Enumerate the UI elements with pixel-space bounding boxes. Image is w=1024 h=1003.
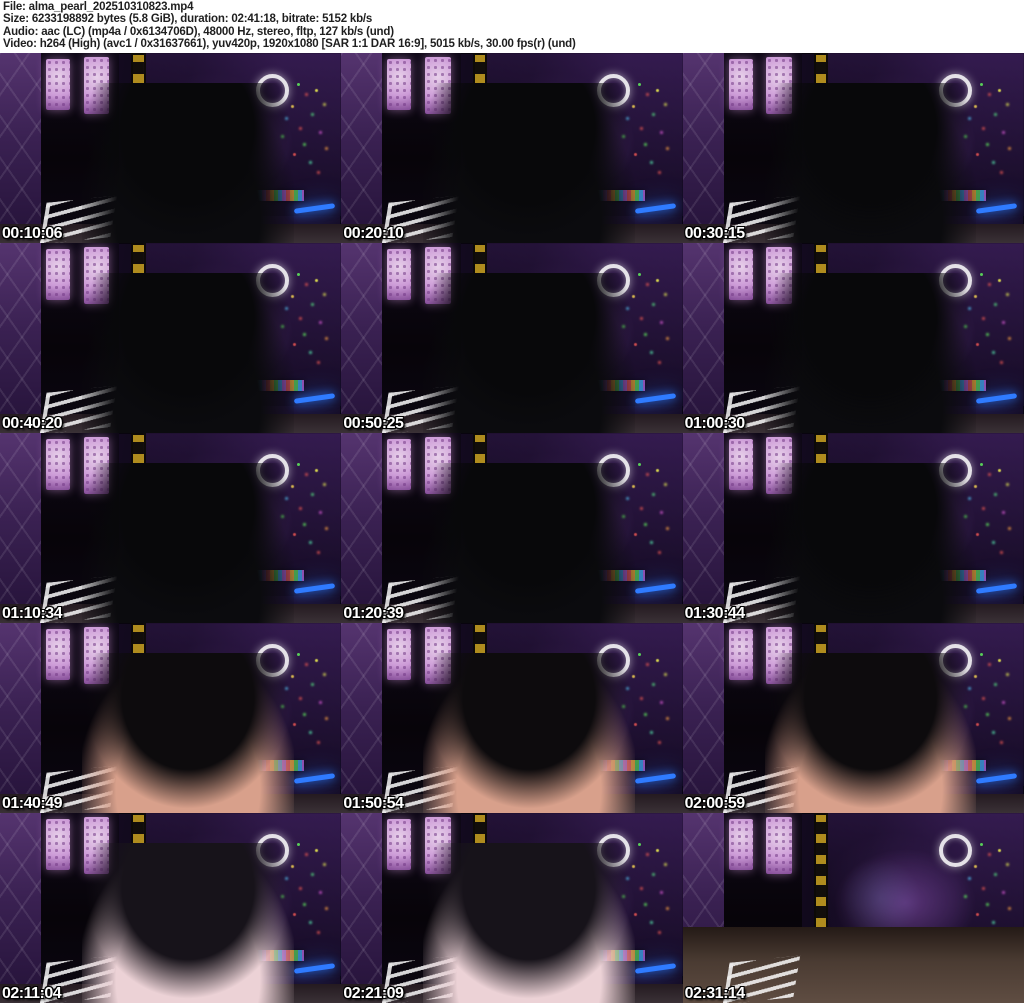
- subject-placeholder: [81, 843, 294, 1003]
- timestamp-overlay: 00:50:25: [343, 415, 404, 432]
- file-name-line: File: alma_pearl_202510310823.mp4: [3, 1, 194, 13]
- subject-placeholder: [764, 83, 977, 243]
- video-thumbnail: 02:11:04: [0, 813, 342, 1003]
- subject-placeholder: [81, 653, 294, 813]
- subject-placeholder: [81, 83, 294, 243]
- video-thumbnail: 01:50:54: [341, 623, 683, 813]
- purple-wall-panel: [341, 243, 386, 433]
- hex-glow-panel: [46, 58, 70, 110]
- hex-glow-panel: [728, 58, 753, 110]
- timestamp-overlay: 02:21:09: [343, 985, 404, 1002]
- purple-wall-panel: [341, 813, 386, 1003]
- audio-info-line: Audio: aac (LC) (mp4a / 0x6134706D), 480…: [3, 25, 394, 38]
- timestamp-overlay: 01:40:49: [2, 795, 63, 812]
- thumbnail-grid: 00:10:06 00:20:10 00:30:15 00:40:20 00:5…: [0, 53, 1024, 1003]
- purple-wall-panel: [682, 53, 728, 243]
- hex-glow-panel: [766, 816, 792, 874]
- timestamp-overlay: 00:40:20: [2, 415, 63, 432]
- video-thumbnail: 01:30:44: [682, 433, 1024, 623]
- subject-placeholder: [423, 463, 635, 623]
- timestamp-overlay: 02:00:59: [684, 795, 746, 812]
- timestamp-overlay: 00:20:10: [343, 225, 404, 242]
- video-thumbnail: 00:10:06: [0, 53, 342, 243]
- purple-wall-panel: [0, 433, 45, 623]
- timestamp-overlay: 02:31:14: [684, 985, 746, 1002]
- hex-glow-panel: [728, 628, 753, 680]
- video-thumbnail: 01:00:30: [682, 243, 1024, 433]
- video-thumbnail: 02:21:09: [341, 813, 683, 1003]
- hex-glow-panel: [728, 818, 753, 870]
- subject-placeholder: [423, 843, 635, 1003]
- subject-placeholder: [764, 273, 977, 433]
- purple-wall-panel: [0, 813, 45, 1003]
- video-thumbnail: 01:20:39: [341, 433, 683, 623]
- timestamp-overlay: 01:10:34: [2, 605, 63, 622]
- purple-wall-panel: [0, 623, 45, 813]
- purple-wall-panel: [341, 53, 386, 243]
- timestamp-overlay: 00:30:15: [684, 225, 746, 242]
- purple-wall-panel: [341, 433, 386, 623]
- video-thumbnail: 00:40:20: [0, 243, 342, 433]
- hex-glow-panel: [46, 818, 70, 870]
- hex-glow-panel: [46, 628, 70, 680]
- video-thumbnail: 02:00:59: [682, 623, 1024, 813]
- subject-placeholder: [764, 463, 977, 623]
- timestamp-overlay: 01:50:54: [343, 795, 404, 812]
- file-info-header: File: alma_pearl_202510310823.mp4 Size: …: [0, 0, 1024, 53]
- purple-wall-panel: [341, 623, 386, 813]
- hex-glow-panel: [387, 248, 412, 300]
- subject-placeholder: [81, 273, 294, 433]
- subject-placeholder: [764, 653, 977, 813]
- hex-glow-panel: [387, 628, 412, 680]
- purple-wall-panel: [682, 243, 728, 433]
- video-info-line: Video: h264 (High) (avc1 / 0x31637661), …: [3, 38, 576, 51]
- timestamp-overlay: 01:30:44: [684, 605, 746, 622]
- video-thumbnail: 01:10:34: [0, 433, 342, 623]
- timestamp-overlay: 00:10:06: [2, 225, 63, 242]
- hex-glow-panel: [387, 58, 412, 110]
- hex-glow-panel: [46, 438, 70, 490]
- purple-wall-panel: [0, 53, 45, 243]
- timestamp-overlay: 01:00:30: [684, 415, 746, 432]
- hex-glow-panel: [46, 248, 70, 300]
- video-contact-sheet: File: alma_pearl_202510310823.mp4 Size: …: [0, 0, 1024, 1003]
- subject-placeholder: [423, 653, 635, 813]
- video-thumbnail: 00:30:15: [682, 53, 1024, 243]
- purple-wall-panel: [682, 433, 728, 623]
- hex-glow-panel: [387, 438, 412, 490]
- video-thumbnail: 01:40:49: [0, 623, 342, 813]
- purple-wall-panel: [0, 243, 45, 433]
- subject-placeholder: [423, 273, 635, 433]
- video-thumbnail: 02:31:14: [682, 813, 1024, 1003]
- file-size-line: Size: 6233198892 bytes (5.8 GiB), durati…: [3, 13, 373, 26]
- hex-glow-panel: [387, 818, 412, 870]
- ring-light-icon: [938, 833, 972, 867]
- timestamp-overlay: 02:11:04: [2, 985, 62, 1002]
- subject-placeholder: [81, 463, 294, 623]
- timestamp-overlay: 01:20:39: [343, 605, 404, 622]
- purple-wall-panel: [682, 623, 728, 813]
- hex-glow-panel: [728, 248, 753, 300]
- subject-placeholder: [423, 83, 635, 243]
- video-thumbnail: 00:20:10: [341, 53, 683, 243]
- video-thumbnail: 00:50:25: [341, 243, 683, 433]
- hex-glow-panel: [728, 438, 753, 490]
